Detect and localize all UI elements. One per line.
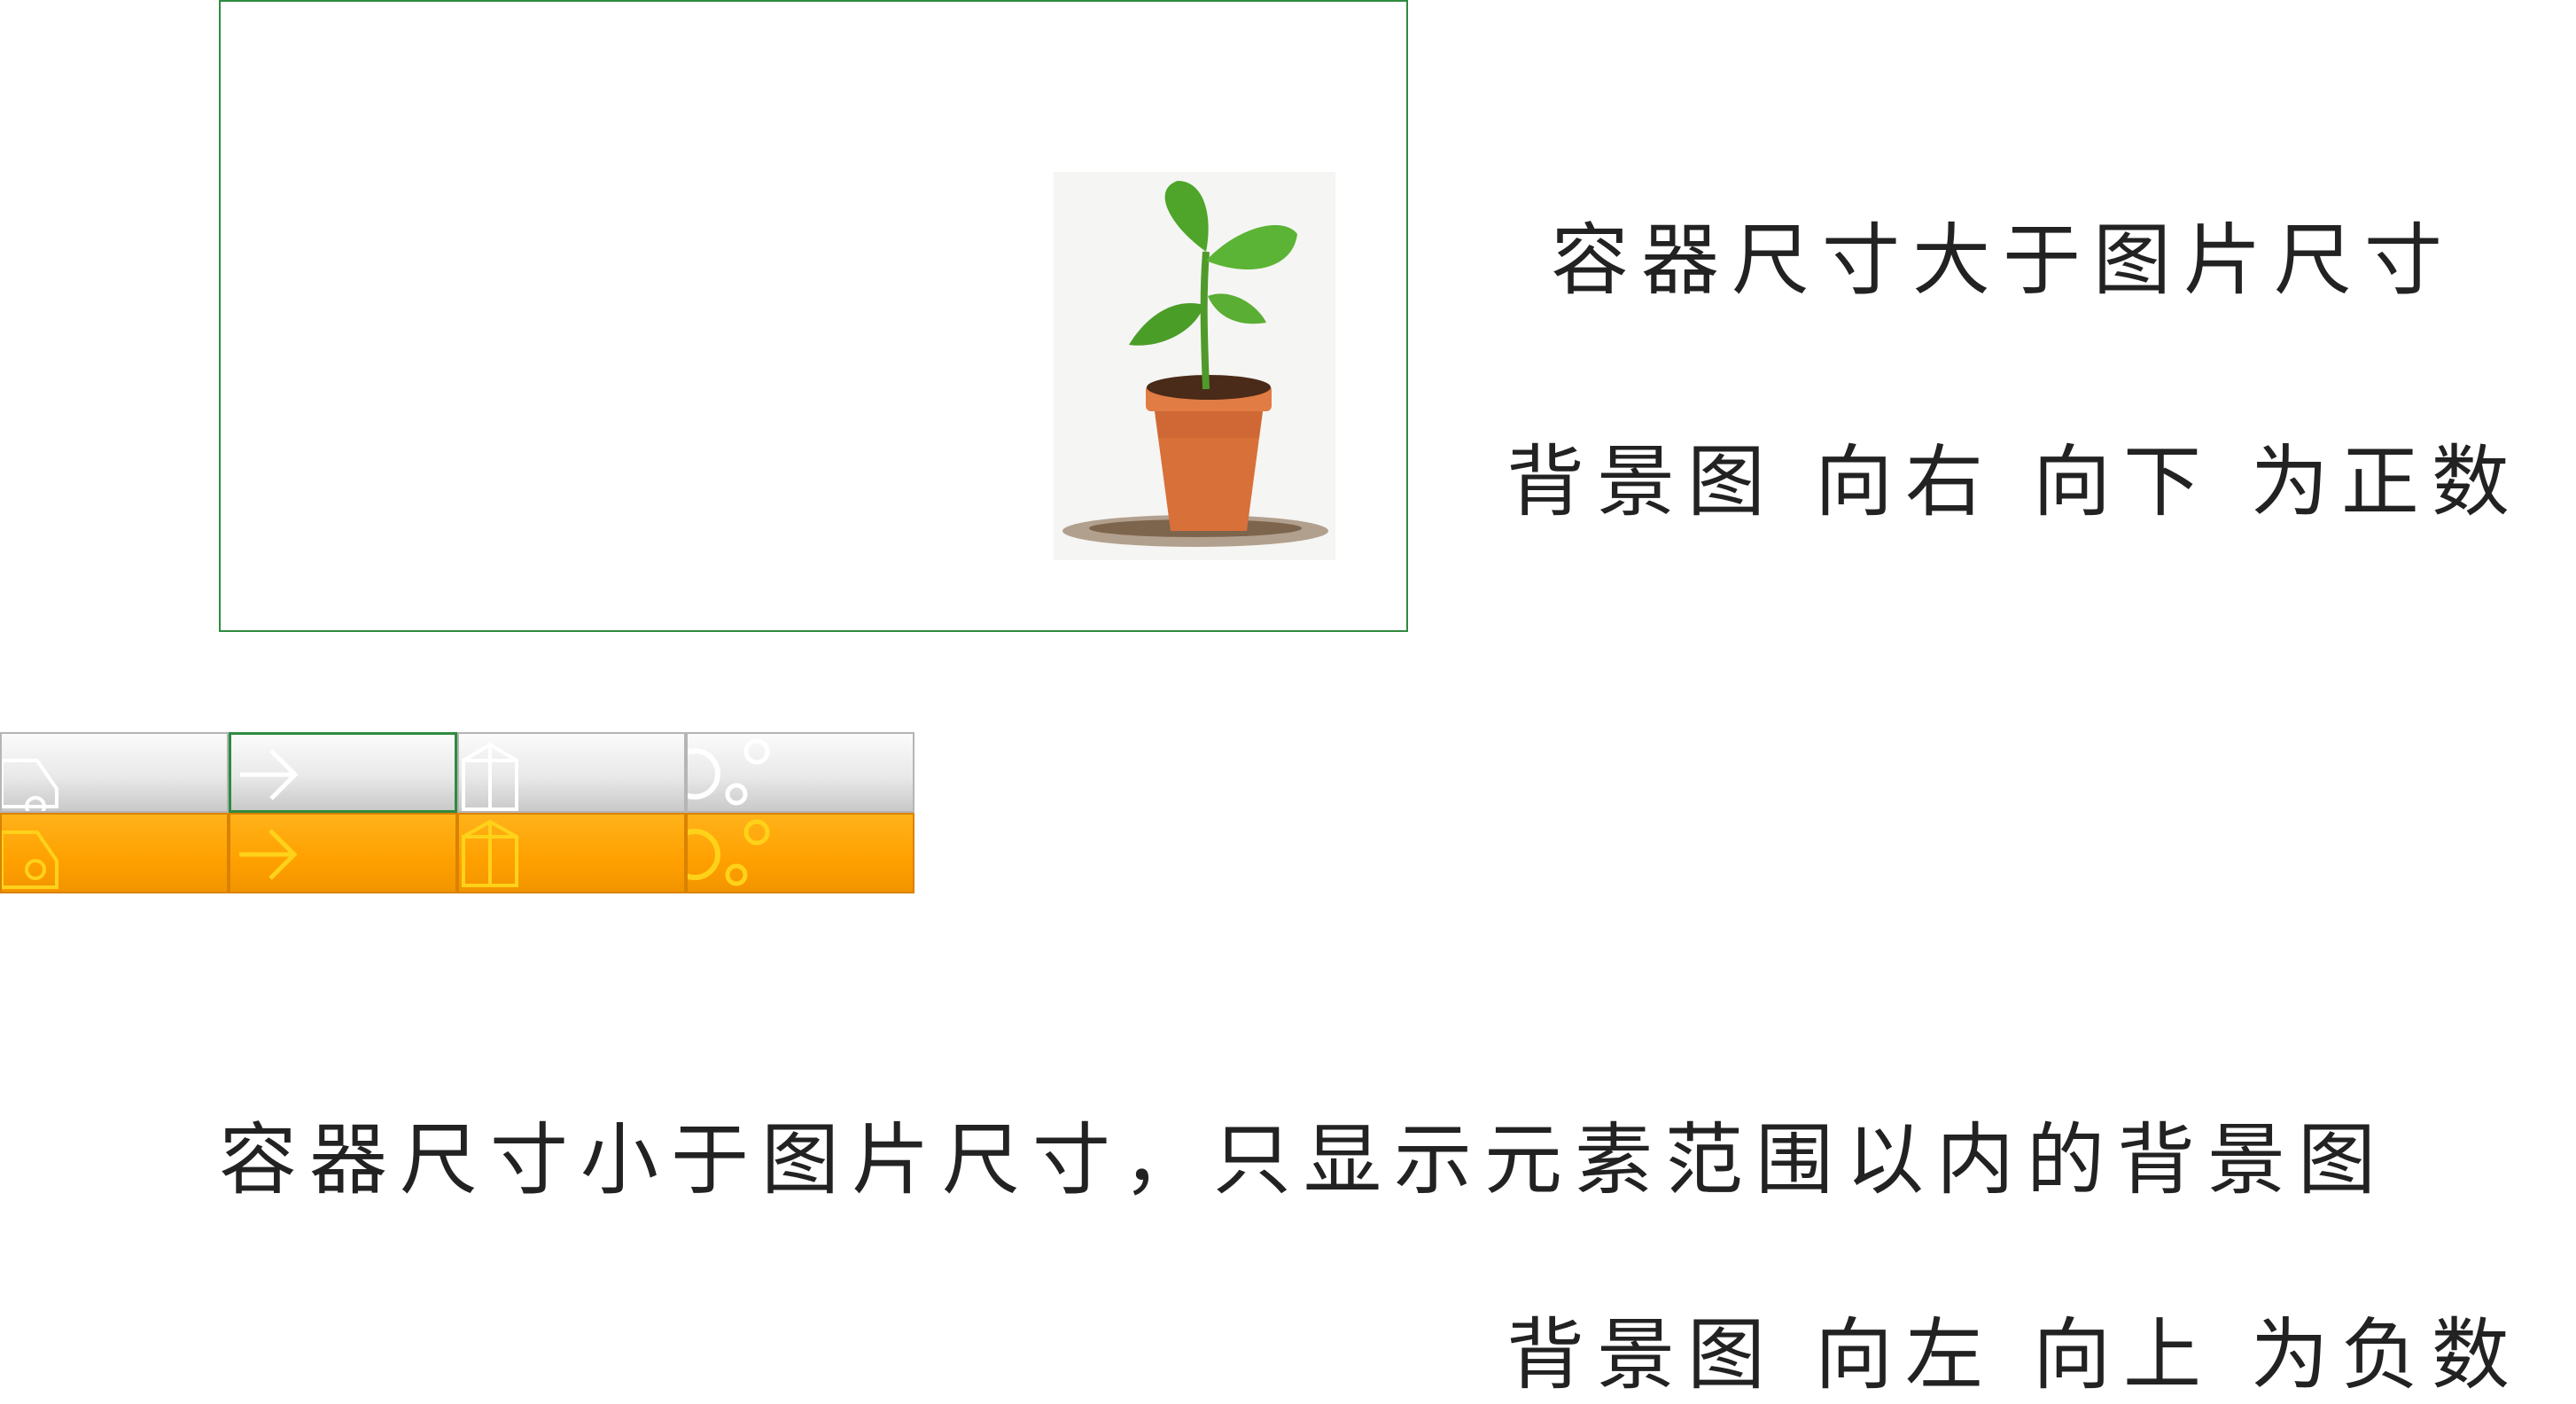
orange-button-gift[interactable] — [457, 813, 686, 893]
caption-negative-direction: 背景图 向左 向上 为负数 — [1506, 1309, 2522, 1400]
orange-button-bubbles[interactable] — [686, 813, 914, 893]
caption-positive-direction: 背景图 向右 向下 为正数 — [1506, 436, 2522, 527]
background-container-large — [219, 0, 1408, 632]
car-icon — [2, 759, 58, 811]
potted-plant-icon — [1054, 172, 1335, 560]
gift-icon — [462, 819, 518, 887]
gray-button-bubbles[interactable] — [686, 732, 914, 813]
gray-button-gift[interactable] — [457, 732, 686, 813]
car-icon — [2, 831, 58, 889]
caption-larger-container: 容器尺寸大于图片尺寸 — [1551, 214, 2455, 306]
arrow-right-icon — [240, 749, 299, 800]
gray-button-car[interactable] — [0, 732, 229, 813]
orange-button-car[interactable] — [0, 813, 229, 893]
bubbles-icon — [688, 819, 770, 886]
orange-button-arrow[interactable] — [229, 813, 457, 893]
gray-button-arrow[interactable] — [229, 732, 457, 813]
caption-smaller-container: 容器尺寸小于图片尺寸，只显示元素范围以内的背景图 — [219, 1114, 2389, 1205]
bubbles-icon — [688, 738, 770, 806]
arrow-right-icon — [239, 829, 298, 880]
gift-icon — [462, 742, 518, 811]
sprite-button-strip — [0, 732, 914, 893]
